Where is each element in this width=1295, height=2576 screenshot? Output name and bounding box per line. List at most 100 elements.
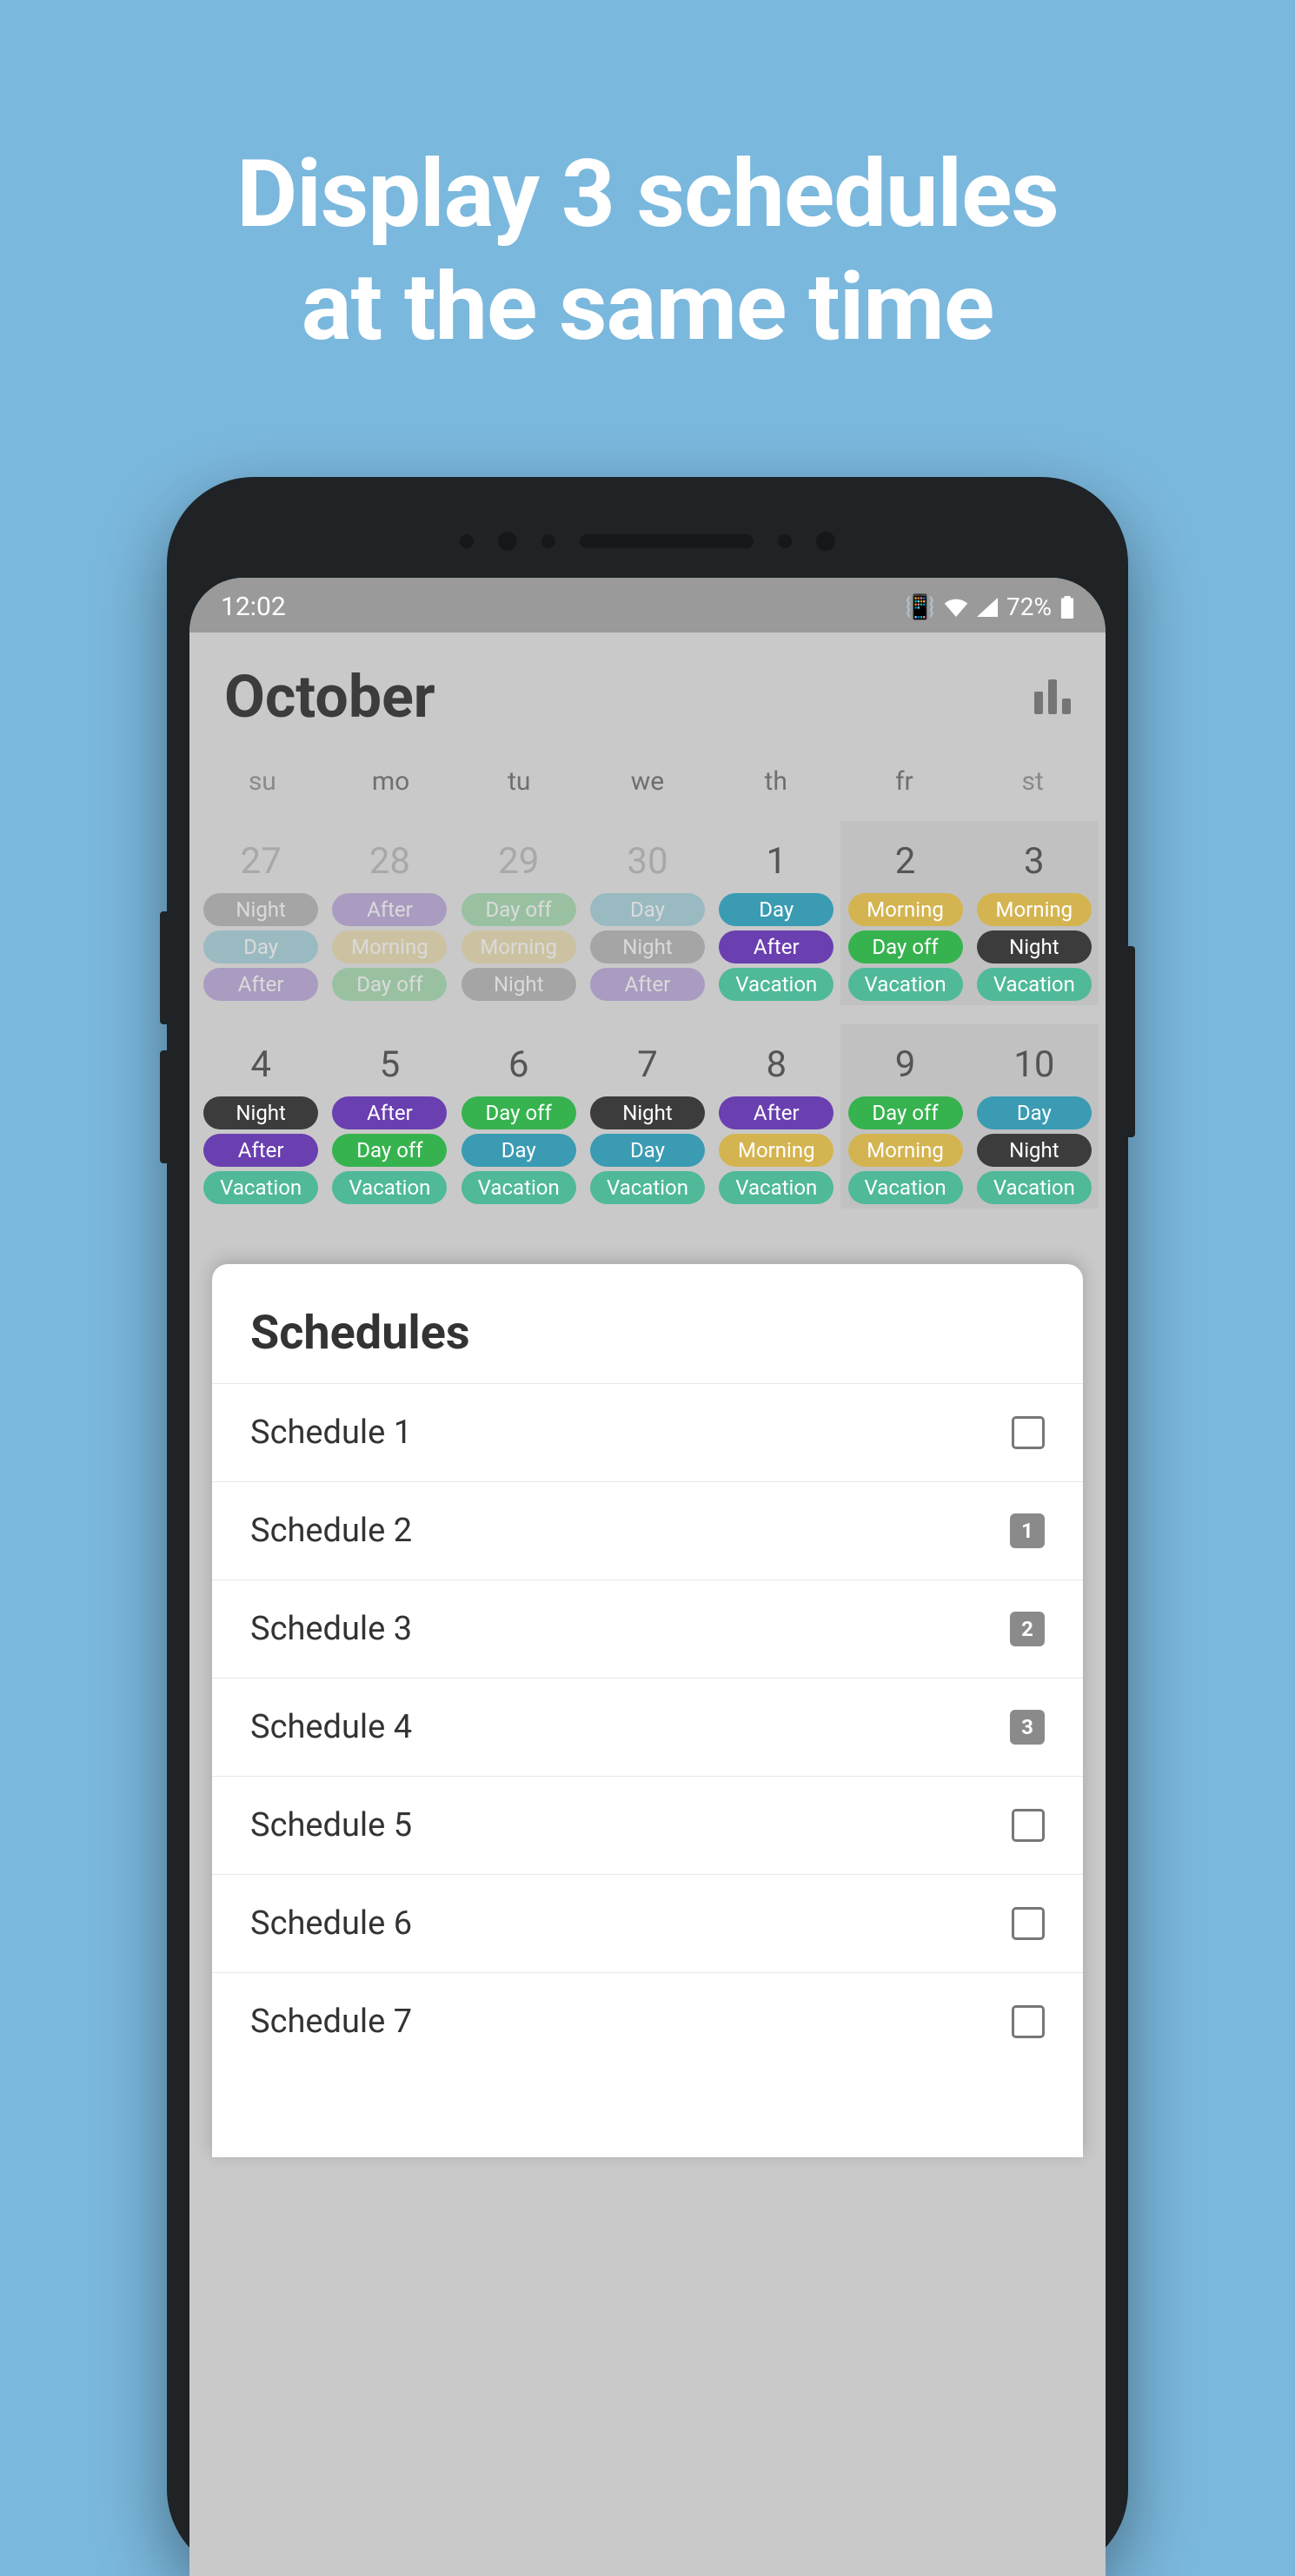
weekday: st: [968, 766, 1097, 797]
day-number: 3: [1024, 840, 1045, 883]
day-number: 10: [1013, 1043, 1054, 1086]
shift-pill: Day off: [848, 1096, 963, 1129]
day-cell[interactable]: 28 After Morning Day off: [325, 821, 454, 1005]
day-cell[interactable]: 9 Day off Morning Vacation: [840, 1024, 969, 1209]
weekday: we: [583, 766, 712, 797]
shift-pill: After: [332, 893, 447, 926]
day-cell[interactable]: 6Day offDayVacation: [455, 1024, 583, 1209]
shift-pill: Vacation: [848, 1171, 963, 1204]
day-number: 6: [508, 1043, 529, 1086]
day-number: 8: [766, 1043, 787, 1086]
status-bar: 12:02 📳 72%: [189, 578, 1106, 632]
calendar: su mo tu we th fr st 27NightDayAfter28Af…: [189, 751, 1106, 1243]
shift-pill: Day off: [848, 930, 963, 964]
schedules-sheet: Schedules Schedule 1Schedule 21Schedule …: [212, 1264, 1083, 2157]
weekday: su: [198, 766, 327, 797]
position-badge[interactable]: 3: [1010, 1710, 1045, 1745]
day-cell[interactable]: 10DayNightVacation: [970, 1024, 1099, 1209]
schedule-checkbox[interactable]: [1012, 1416, 1045, 1449]
shift-pill: Vacation: [719, 1171, 833, 1204]
schedule-item[interactable]: Schedule 5: [212, 1776, 1083, 1874]
schedule-item[interactable]: Schedule 3 2: [212, 1579, 1083, 1678]
page-title: October: [224, 662, 435, 732]
schedule-checkbox[interactable]: [1012, 1907, 1045, 1940]
shift-pill: Morning: [977, 893, 1092, 926]
schedule-item[interactable]: Schedule 6: [212, 1874, 1083, 1972]
shift-pill: Morning: [332, 930, 447, 964]
device-frame: 12:02 📳 72% October su mo tu we th f: [167, 477, 1128, 2576]
day-number: 28: [369, 840, 410, 883]
app-bar: October: [189, 632, 1106, 751]
day-number: 7: [637, 1043, 658, 1086]
weekday: fr: [840, 766, 969, 797]
schedule-item[interactable]: Schedule 2 1: [212, 1481, 1083, 1579]
shift-pill: Night: [977, 1134, 1092, 1167]
day-number: 9: [895, 1043, 916, 1086]
stats-icon[interactable]: [1034, 679, 1071, 714]
shift-pill: Day: [203, 930, 318, 964]
day-cell[interactable]: 27NightDayAfter: [196, 821, 325, 1005]
weekday: mo: [327, 766, 455, 797]
position-badge[interactable]: 2: [1010, 1612, 1045, 1646]
shift-pill: After: [203, 968, 318, 1001]
day-cell[interactable]: 30DayNightAfter: [583, 821, 712, 1005]
shift-pill: Night: [590, 1096, 705, 1129]
day-cell[interactable]: 5 After Day off Vacation: [325, 1024, 454, 1209]
shift-pill: After: [332, 1096, 447, 1129]
shift-pill: Vacation: [332, 1171, 447, 1204]
schedule-label: Schedule 2: [250, 1512, 412, 1550]
device-sensors: [189, 515, 1106, 567]
battery-icon: [1060, 596, 1074, 619]
weekday: th: [712, 766, 840, 797]
schedule-item[interactable]: Schedule 7: [212, 1972, 1083, 2070]
day-cell[interactable]: 8AfterMorningVacation: [712, 1024, 840, 1209]
day-cell[interactable]: 2MorningDay offVacation: [840, 821, 969, 1005]
day-cell[interactable]: 29Day offMorningNight: [455, 821, 583, 1005]
shift-pill: Day: [590, 1134, 705, 1167]
schedule-checkbox[interactable]: [1012, 1809, 1045, 1842]
wifi-icon: [944, 598, 968, 617]
day-cell[interactable]: 1DayAfterVacation: [712, 821, 840, 1005]
shift-pill: Morning: [719, 1134, 833, 1167]
schedule-label: Schedule 5: [250, 1806, 412, 1844]
shift-pill: Night: [203, 1096, 318, 1129]
schedule-checkbox[interactable]: [1012, 2005, 1045, 2038]
vibrate-icon: 📳: [905, 593, 935, 621]
schedule-item[interactable]: Schedule 4 3: [212, 1678, 1083, 1776]
shift-pill: Vacation: [977, 968, 1092, 1001]
shift-pill: Night: [203, 893, 318, 926]
screen: 12:02 📳 72% October su mo tu we th f: [189, 578, 1106, 2576]
shift-pill: Morning: [848, 1134, 963, 1167]
schedule-label: Schedule 3: [250, 1610, 412, 1648]
shift-pill: Night: [462, 968, 576, 1001]
shift-pill: Day off: [332, 968, 447, 1001]
shift-pill: Day off: [462, 893, 576, 926]
schedule-label: Schedule 4: [250, 1708, 412, 1746]
shift-pill: After: [203, 1134, 318, 1167]
position-badge[interactable]: 1: [1010, 1513, 1045, 1548]
day-number: 4: [250, 1043, 271, 1086]
headline-line-2: at the same time: [236, 252, 1059, 365]
shift-pill: Vacation: [203, 1171, 318, 1204]
shift-pill: After: [719, 930, 833, 964]
shift-pill: Day: [977, 1096, 1092, 1129]
day-cell[interactable]: 3MorningNightVacation: [970, 821, 1099, 1005]
sheet-title: Schedules: [212, 1264, 1083, 1383]
shift-pill: Day: [462, 1134, 576, 1167]
schedule-label: Schedule 1: [250, 1414, 412, 1452]
shift-pill: Vacation: [590, 1171, 705, 1204]
shift-pill: Night: [590, 930, 705, 964]
shift-pill: Vacation: [719, 968, 833, 1001]
schedule-item[interactable]: Schedule 1: [212, 1383, 1083, 1481]
battery-text: 72%: [1006, 593, 1052, 621]
day-number: 29: [498, 840, 539, 883]
day-number: 5: [380, 1043, 401, 1086]
shift-pill: Day off: [332, 1134, 447, 1167]
week-row: 27NightDayAfter28AfterMorningDay off29Da…: [189, 821, 1106, 1005]
day-cell[interactable]: 7 Night Day Vacation: [583, 1024, 712, 1209]
day-cell[interactable]: 4 Night After Vacation: [196, 1024, 325, 1209]
shift-pill: Vacation: [462, 1171, 576, 1204]
shift-pill: Vacation: [848, 968, 963, 1001]
status-time: 12:02: [221, 592, 286, 622]
schedule-label: Schedule 7: [250, 2003, 412, 2041]
